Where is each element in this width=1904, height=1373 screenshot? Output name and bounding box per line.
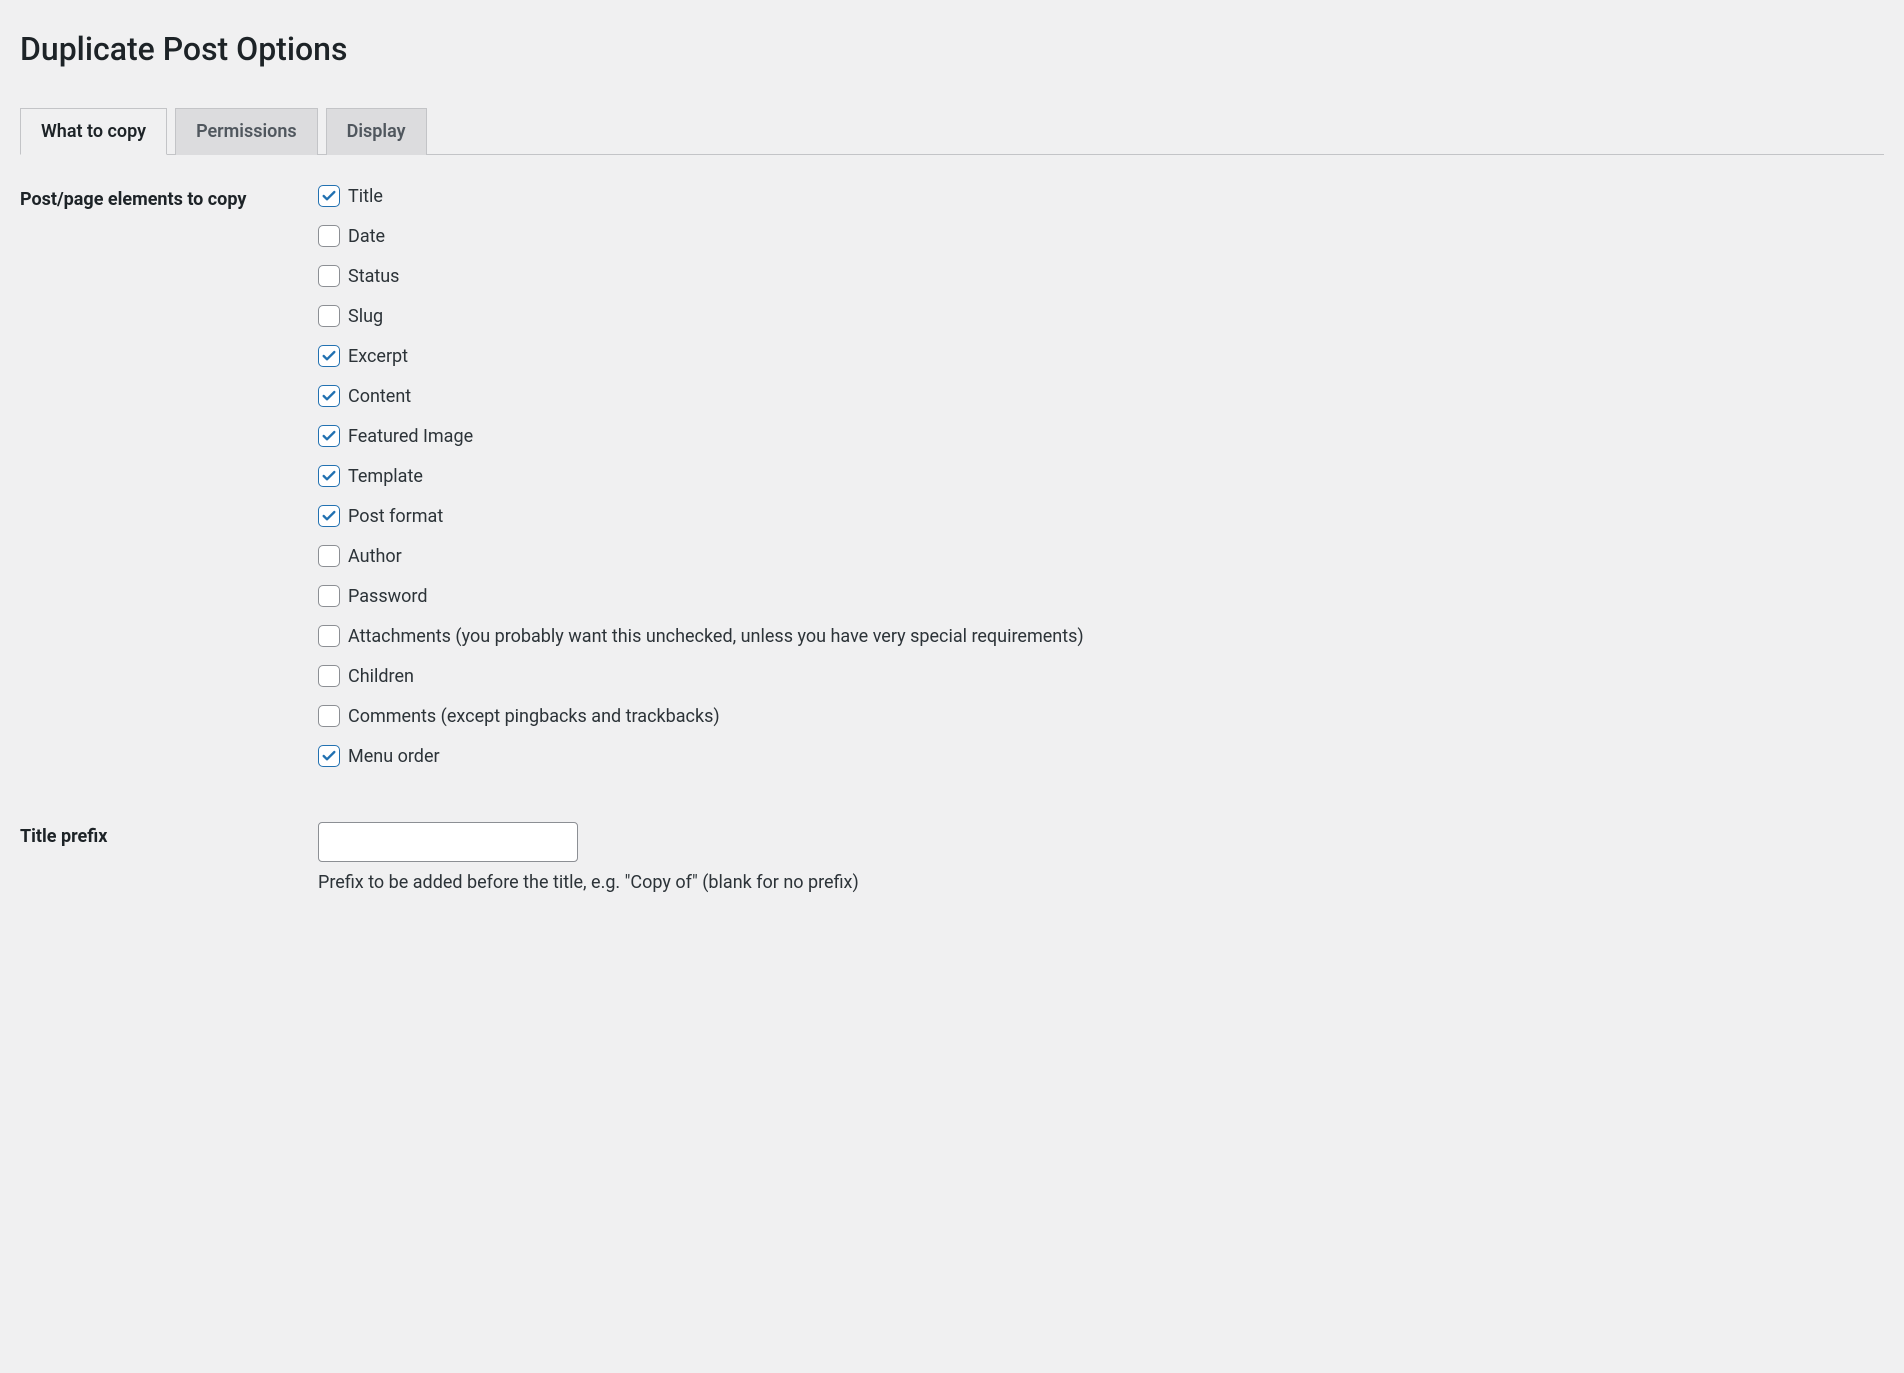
checkbox-label[interactable]: Comments (except pingbacks and trackback… xyxy=(348,706,720,727)
checkbox-author[interactable] xyxy=(318,545,340,567)
checkbox-status[interactable] xyxy=(318,265,340,287)
checkbox-children[interactable] xyxy=(318,665,340,687)
checkbox-excerpt[interactable] xyxy=(318,345,340,367)
checkbox-item: Featured Image xyxy=(318,425,1884,447)
checkbox-item: Attachments (you probably want this unch… xyxy=(318,625,1884,647)
title-prefix-description: Prefix to be added before the title, e.g… xyxy=(318,872,1884,893)
checkbox-item: Post format xyxy=(318,505,1884,527)
checkbox-title[interactable] xyxy=(318,185,340,207)
checkbox-label[interactable]: Template xyxy=(348,466,423,487)
checkbox-item: Content xyxy=(318,385,1884,407)
checkbox-item: Comments (except pingbacks and trackback… xyxy=(318,705,1884,727)
form-table: Post/page elements to copy Title Date Stat… xyxy=(20,185,1884,893)
checkbox-item: Status xyxy=(318,265,1884,287)
checkbox-item: Date xyxy=(318,225,1884,247)
checkbox-password[interactable] xyxy=(318,585,340,607)
checkbox-item: Password xyxy=(318,585,1884,607)
checkbox-content[interactable] xyxy=(318,385,340,407)
checkbox-comments[interactable] xyxy=(318,705,340,727)
checkbox-item: Slug xyxy=(318,305,1884,327)
checkbox-label[interactable]: Featured Image xyxy=(348,426,473,447)
checkbox-featured[interactable] xyxy=(318,425,340,447)
checkbox-label[interactable]: Password xyxy=(348,586,428,607)
checkbox-label[interactable]: Date xyxy=(348,226,385,247)
title-prefix-input[interactable] xyxy=(318,822,578,862)
checkbox-item: Excerpt xyxy=(318,345,1884,367)
checkbox-label[interactable]: Post format xyxy=(348,506,443,527)
checkbox-slug[interactable] xyxy=(318,305,340,327)
checkbox-item: Children xyxy=(318,665,1884,687)
row-elements-to-copy: Post/page elements to copy Title Date Stat… xyxy=(20,185,1884,767)
row-label-elements: Post/page elements to copy xyxy=(20,185,318,210)
checkbox-label[interactable]: Excerpt xyxy=(348,346,408,367)
checkbox-item: Title xyxy=(318,185,1884,207)
checkbox-item: Menu order xyxy=(318,745,1884,767)
checkbox-item: Author xyxy=(318,545,1884,567)
checkbox-date[interactable] xyxy=(318,225,340,247)
checkbox-label[interactable]: Title xyxy=(348,186,383,207)
checkbox-menu[interactable] xyxy=(318,745,340,767)
checkbox-label[interactable]: Status xyxy=(348,266,399,287)
page-title: Duplicate Post Options xyxy=(20,20,1884,68)
checkbox-post[interactable] xyxy=(318,505,340,527)
title-prefix-content: Prefix to be added before the title, e.g… xyxy=(318,822,1884,893)
checkbox-label[interactable]: Content xyxy=(348,386,411,407)
checkbox-label[interactable]: Slug xyxy=(348,306,383,327)
tab-what-to-copy[interactable]: What to copy xyxy=(20,108,167,155)
row-title-prefix: Title prefix Prefix to be added before t… xyxy=(20,822,1884,893)
checkbox-item: Template xyxy=(318,465,1884,487)
checkbox-label[interactable]: Menu order xyxy=(348,746,440,767)
tabs-nav: What to copy Permissions Display xyxy=(20,108,1884,155)
elements-checkboxes: Title Date Status Slug Excerpt Content Feature… xyxy=(318,185,1884,767)
checkbox-attachments[interactable] xyxy=(318,625,340,647)
checkbox-label[interactable]: Author xyxy=(348,546,402,567)
tab-display[interactable]: Display xyxy=(326,108,427,155)
row-label-title-prefix: Title prefix xyxy=(20,822,318,847)
checkbox-label[interactable]: Children xyxy=(348,666,414,687)
checkbox-label[interactable]: Attachments (you probably want this unch… xyxy=(348,626,1084,647)
tab-permissions[interactable]: Permissions xyxy=(175,108,318,155)
checkbox-template[interactable] xyxy=(318,465,340,487)
